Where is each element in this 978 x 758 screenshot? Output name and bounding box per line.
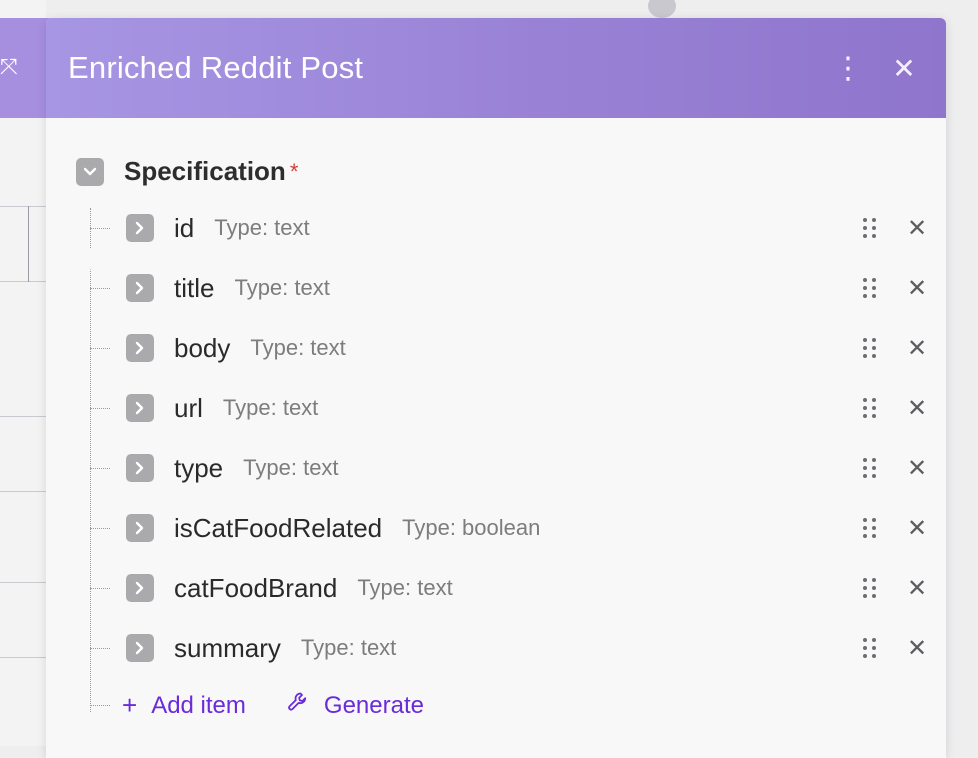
item-name: summary [174,632,281,663]
chevron-right-icon[interactable] [126,514,154,542]
canvas-divider [0,416,46,417]
panel-pointer [78,244,96,274]
chevron-right-icon[interactable] [126,394,154,422]
item-type: Type: text [214,215,310,240]
remove-item-icon[interactable]: ✕ [904,394,930,423]
spec-actions: + Add item Generate [90,690,464,721]
item-name: title [174,272,215,303]
spec-item-row[interactable]: url Type: text ✕ [90,388,930,428]
tree-connector [90,705,110,706]
item-type: Type: text [222,395,319,420]
drag-handle-icon[interactable] [863,278,876,298]
add-item-label: Add item [151,691,246,719]
spec-item-row[interactable]: type Type: text ✕ [90,448,930,488]
drag-handle-icon[interactable] [863,518,876,538]
tree-connector [90,407,110,409]
generate-label: Generate [323,691,424,719]
item-name: isCatFoodRelated [174,512,383,543]
module-settings-panel: Enriched Reddit Post ⋮ ✕ Specification *… [46,18,946,758]
wrench-icon [286,690,310,721]
chevron-right-icon[interactable] [126,634,154,662]
more-vertical-icon[interactable]: ⋮ [828,48,868,88]
spec-item-row[interactable]: isCatFoodRelated Type: boolean ✕ [90,508,930,548]
drag-handle-icon[interactable] [863,338,876,358]
canvas-divider [0,491,46,492]
drag-handle-icon[interactable] [863,398,876,418]
specification-label: Specification [124,156,286,186]
drag-handle-icon[interactable] [863,638,876,658]
chevron-right-icon[interactable] [126,334,154,362]
tree-connector [90,587,110,589]
tree-connector [90,527,110,529]
tree-connector [90,647,110,649]
canvas-divider [0,206,46,207]
drag-handle-icon[interactable] [863,218,876,238]
spec-item-row[interactable]: summary Type: text ✕ [90,628,930,668]
drag-handle-icon[interactable] [863,458,876,478]
item-name: id [174,212,195,243]
item-type: Type: text [357,575,453,600]
remove-item-icon[interactable]: ✕ [904,514,930,543]
item-type: Type: text [300,635,397,660]
tree-connector [90,287,110,289]
specification-header: Specification * [76,156,298,187]
drag-handle-icon[interactable] [863,578,876,598]
item-name: type [174,452,224,483]
item-name: catFoodBrand [174,572,338,603]
remove-item-icon[interactable]: ✕ [904,214,930,243]
canvas-divider [0,281,46,282]
canvas-divider [0,657,46,658]
remove-item-icon[interactable]: ✕ [904,334,930,363]
item-name: url [174,392,203,423]
panel-header: Enriched Reddit Post ⋮ ✕ [46,18,946,118]
remove-item-icon[interactable]: ✕ [904,274,930,303]
canvas-divider [0,582,46,583]
chevron-right-icon[interactable] [126,214,154,242]
tree-connector [90,227,110,229]
item-type: Type: text [250,335,346,360]
expand-icon[interactable]: ⤧ [0,54,24,80]
canvas-divider [28,206,29,282]
add-item-button[interactable]: + Add item [122,690,246,721]
item-type: Type: text [234,275,330,300]
chevron-down-icon[interactable] [76,157,104,186]
tree-connector [90,347,110,349]
plus-icon: + [122,690,138,720]
item-type: Type: text [243,455,339,480]
remove-item-icon[interactable]: ✕ [904,454,930,483]
spec-item-row[interactable]: id Type: text ✕ [90,208,930,248]
spec-item-row[interactable]: title Type: text ✕ [90,268,930,308]
panel-title: Enriched Reddit Post [68,50,364,85]
required-marker: * [289,158,299,184]
remove-item-icon[interactable]: ✕ [904,574,930,603]
chevron-right-icon[interactable] [126,274,154,302]
tree-connector [90,467,110,469]
chevron-right-icon[interactable] [126,454,154,482]
connector-knob[interactable] [648,0,676,18]
generate-button[interactable]: Generate [286,690,424,721]
spec-item-row[interactable]: body Type: text ✕ [90,328,930,368]
item-name: body [174,332,231,363]
remove-item-icon[interactable]: ✕ [904,634,930,663]
item-type: Type: boolean [402,515,541,540]
close-icon[interactable]: ✕ [884,48,924,88]
spec-item-row[interactable]: catFoodBrand Type: text ✕ [90,568,930,608]
chevron-right-icon[interactable] [126,574,154,602]
